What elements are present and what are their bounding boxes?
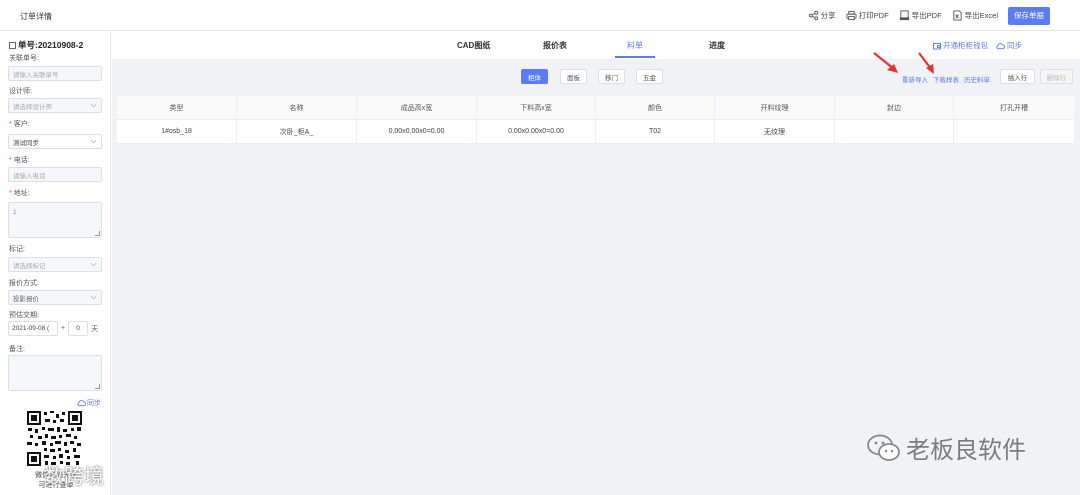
designer-label: 设计师:: [9, 88, 32, 95]
save-button[interactable]: 保存单据: [1008, 6, 1050, 25]
wechat-logo-icon: [867, 434, 900, 461]
material-table: 类型 名称 成品高x宽 下料高x宽 颜色 开料纹理 封边 打孔开槽 1#osb_…: [117, 96, 1074, 144]
chevron-down-icon: [90, 262, 97, 267]
table-cell[interactable]: 无纹理: [715, 120, 835, 143]
printer-icon: [846, 10, 857, 21]
table-cell[interactable]: T02: [596, 120, 715, 143]
column-header[interactable]: 名称: [237, 96, 357, 119]
order-sidebar: 单号:20210908-2 关联单号: 请输入关联单号 设计师: 请选择设计师 …: [0, 31, 111, 495]
order-number: 单号:20210908-2: [9, 39, 83, 51]
plus-sign: +: [61, 325, 66, 332]
related-no-label: 关联单号:: [9, 55, 39, 62]
phone-label: * 电话:: [9, 157, 30, 164]
sync-link-top[interactable]: 同步: [996, 40, 1022, 51]
days-unit: 天: [91, 325, 99, 333]
excel-export-icon: [953, 10, 962, 21]
watermark-left: 数跨境: [6, 460, 104, 489]
pdf-export-icon: [899, 10, 909, 21]
tab-links: 开通柜柜钱包 同步: [933, 40, 1022, 51]
segment-sliding-door[interactable]: 移门: [598, 69, 625, 84]
chevron-down-icon: [90, 295, 97, 300]
delivery-row: 2021-09-08 ( + 0 天: [8, 321, 98, 336]
column-header[interactable]: 颜色: [596, 96, 715, 119]
customer-label: * 客户:: [9, 121, 30, 128]
share-icon: [808, 10, 818, 21]
print-pdf-button[interactable]: 打印PDF: [846, 10, 889, 21]
tag-select[interactable]: 请选择标记: [8, 257, 102, 272]
wallet-icon: [933, 42, 941, 49]
designer-select[interactable]: 请选择设计师: [8, 98, 102, 113]
brand-logo-icon: [7, 464, 33, 485]
segment-panel[interactable]: 面板: [560, 69, 587, 84]
resize-grip-icon[interactable]: [95, 384, 100, 389]
quote-method-select[interactable]: 投影报价: [8, 290, 102, 305]
table-cell[interactable]: 0.00x0.00x0=0.00: [477, 120, 596, 143]
watermark-right: 老板良软件: [866, 430, 1026, 465]
remark-textarea[interactable]: [8, 355, 102, 391]
table-cell[interactable]: [954, 120, 1074, 143]
delivery-label: 预估交期:: [9, 312, 39, 319]
annotation-arrow-icon: [873, 52, 898, 73]
delivery-days-input[interactable]: 0: [68, 321, 89, 336]
table-cell[interactable]: 1#osb_18: [117, 120, 237, 143]
export-pdf-button[interactable]: 导出PDF: [899, 10, 942, 21]
table-cell[interactable]: [835, 120, 954, 143]
table-header-row: 类型 名称 成品高x宽 下料高x宽 颜色 开料纹理 封边 打孔开槽: [117, 96, 1074, 120]
segment-hardware[interactable]: 五金: [636, 69, 663, 84]
sync-link[interactable]: 同步: [77, 398, 101, 408]
column-header[interactable]: 打孔开槽: [954, 96, 1074, 119]
insert-row-button[interactable]: 插入行: [1000, 69, 1035, 84]
delivery-date-input[interactable]: 2021-09-08 (: [8, 321, 58, 336]
table-cell[interactable]: 次卧_柜A_: [237, 120, 357, 143]
history-link[interactable]: 历史料单: [964, 74, 990, 84]
top-actions: 分享 打印PDF 导出PDF 导出Excel 保存单据: [808, 6, 1050, 25]
remark-label: 备注:: [9, 346, 25, 353]
address-textarea[interactable]: 1: [8, 202, 102, 238]
open-wallet-link[interactable]: 开通柜柜钱包: [933, 40, 988, 51]
tab-material-list[interactable]: 料单: [627, 40, 643, 51]
chevron-down-icon: [90, 139, 97, 144]
column-header[interactable]: 开料纹理: [715, 96, 835, 119]
active-tab-underline: [615, 56, 655, 58]
tag-label: 标记:: [9, 246, 25, 253]
chevron-down-icon: [90, 103, 97, 108]
page-title: 订单详情: [20, 12, 52, 21]
table-row[interactable]: 1#osb_18 次卧_柜A_ 0.00x0.00x0=0.00 0.00x0.…: [117, 120, 1074, 144]
main-content: CAD图纸 报价表 料单 进度 开通柜柜钱包 同步 柜体 面板 移门 五金 重新…: [112, 31, 1080, 495]
cloud-sync-icon: [996, 42, 1005, 49]
column-header[interactable]: 成品高x宽: [357, 96, 477, 119]
tab-quote[interactable]: 报价表: [543, 40, 567, 51]
table-cell[interactable]: 0.00x0.00x0=0.00: [357, 120, 477, 143]
export-excel-button[interactable]: 导出Excel: [952, 10, 998, 21]
tab-progress[interactable]: 进度: [709, 40, 725, 51]
related-no-input[interactable]: 请输入关联单号: [8, 66, 102, 81]
quote-method-label: 报价方式:: [9, 280, 39, 287]
column-header[interactable]: 下料高x宽: [477, 96, 596, 119]
customer-select[interactable]: 测试同步: [8, 134, 102, 149]
resize-grip-icon[interactable]: [95, 231, 100, 236]
phone-input[interactable]: 请输入电话: [8, 167, 102, 182]
column-header[interactable]: 封边: [835, 96, 954, 119]
cloud-sync-icon: [77, 400, 86, 407]
top-bar: 订单详情 分享 打印PDF 导出PDF 导出Excel 保存单据: [0, 0, 1080, 31]
share-button[interactable]: 分享: [808, 10, 836, 21]
address-label: * 地址:: [9, 190, 30, 197]
tab-cad[interactable]: CAD图纸: [457, 40, 490, 51]
collapse-icon[interactable]: [9, 41, 16, 49]
segment-cabinet[interactable]: 柜体: [521, 69, 548, 84]
delete-row-button[interactable]: 删除行: [1040, 69, 1073, 84]
annotation-arrow-icon: [918, 52, 934, 74]
column-header[interactable]: 类型: [117, 96, 237, 119]
qr-code-image: [26, 410, 83, 467]
